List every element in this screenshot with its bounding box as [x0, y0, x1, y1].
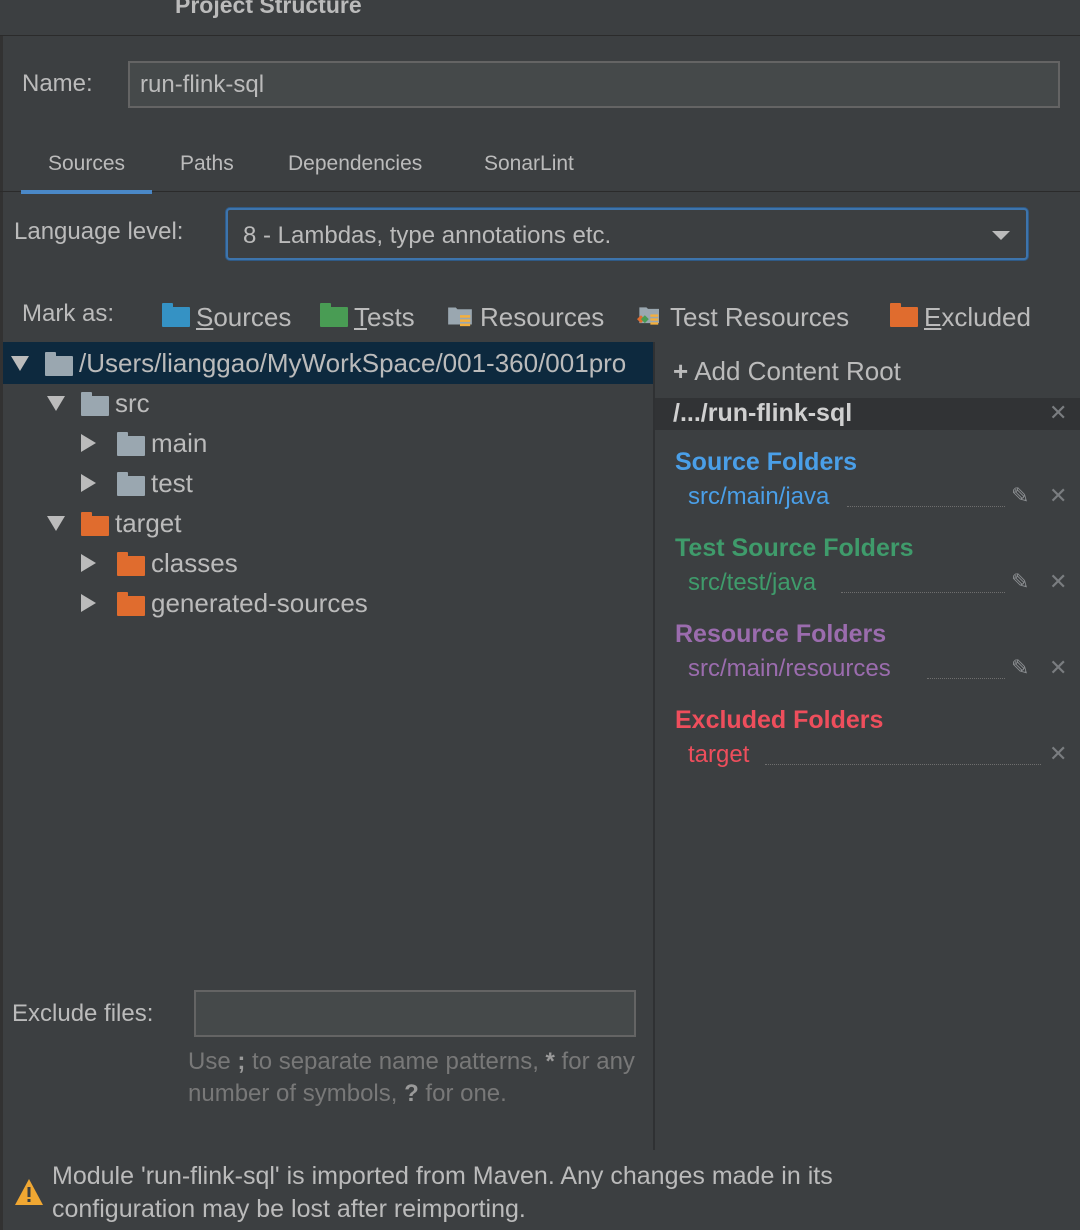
name-label: Name: — [22, 70, 93, 97]
tree-label: src — [115, 388, 150, 418]
warning-text: Module 'run-flink-sql' is imported from … — [52, 1162, 833, 1223]
name-input[interactable] — [128, 61, 1060, 108]
exclude-files-hint: Use ; to separate name patterns, * for a… — [188, 1048, 635, 1107]
tab-sources[interactable]: Sources — [20, 152, 153, 194]
language-level-label: Language level: — [14, 218, 184, 245]
edit-pencil-icon[interactable]: ✎ — [1011, 483, 1029, 509]
resource-folders-title: Resource Folders — [675, 620, 887, 648]
dotted-leader — [841, 592, 1005, 593]
source-folders-title: Source Folders — [675, 448, 857, 476]
excluded-folder-path: target — [688, 741, 750, 768]
language-level-select[interactable]: 8 - Lambdas, type annotations etc. — [226, 208, 1028, 260]
collapse-arrow-icon[interactable] — [81, 434, 96, 452]
test-resources-folder-icon — [637, 307, 659, 325]
excluded-folder-icon — [117, 552, 145, 576]
folder-icon — [45, 352, 73, 376]
dotted-leader — [927, 678, 1005, 679]
excluded-folder-icon — [890, 303, 918, 327]
expand-arrow-icon[interactable] — [47, 516, 65, 531]
mark-excluded-button[interactable]: Excluded — [924, 302, 1031, 333]
mark-sources-button[interactable]: Sources — [196, 302, 291, 333]
remove-root-close-icon[interactable]: ✕ — [1049, 400, 1067, 426]
mark-test-resources-button[interactable]: Test Resources — [670, 302, 849, 333]
dotted-leader — [765, 764, 1041, 765]
remove-close-icon[interactable]: ✕ — [1049, 741, 1067, 767]
dotted-leader — [847, 506, 1005, 507]
edit-pencil-icon[interactable]: ✎ — [1011, 569, 1029, 595]
sources-folder-icon — [162, 303, 190, 327]
tree-root-label: /Users/lianggao/MyWorkSpace/001-360/001p… — [79, 348, 627, 378]
exclude-files-label: Exclude files: — [12, 1000, 154, 1027]
add-content-root-button[interactable]: + Add Content Root — [673, 356, 901, 387]
folder-icon — [81, 392, 109, 416]
remove-close-icon[interactable]: ✕ — [1049, 569, 1067, 595]
language-level-value: 8 - Lambdas, type annotations etc. — [243, 222, 612, 249]
folder-icon — [117, 472, 145, 496]
test-source-folder-path: src/test/java — [688, 569, 817, 596]
tree-label: target — [115, 508, 182, 538]
expand-arrow-icon[interactable] — [11, 356, 29, 371]
excluded-folders-title: Excluded Folders — [675, 706, 884, 734]
content-root-header: /.../run-flink-sql ✕ — [655, 398, 1080, 430]
chevron-down-icon — [992, 231, 1010, 240]
tree-label: test — [151, 468, 193, 498]
mark-tests-button[interactable]: Tests — [354, 302, 415, 333]
excluded-folder-icon — [117, 592, 145, 616]
folder-icon — [117, 432, 145, 456]
tests-folder-icon — [320, 303, 348, 327]
resource-folder-path: src/main/resources — [688, 655, 891, 682]
tree-label: generated-sources — [151, 588, 368, 618]
tab-sonarlint[interactable]: SonarLint — [484, 152, 574, 176]
edit-pencil-icon[interactable]: ✎ — [1011, 655, 1029, 681]
remove-close-icon[interactable]: ✕ — [1049, 655, 1067, 681]
collapse-arrow-icon[interactable] — [81, 474, 96, 492]
source-folder-path: src/main/java — [688, 483, 830, 510]
window-title: Project Structure — [175, 0, 362, 18]
resources-folder-icon — [448, 307, 472, 327]
tree-label: main — [151, 428, 208, 458]
collapse-arrow-icon[interactable] — [81, 594, 96, 612]
tab-bar: Sources Paths Dependencies SonarLint — [0, 138, 1080, 194]
mark-resources-button[interactable]: Resources — [480, 302, 604, 333]
warning-icon — [15, 1179, 43, 1205]
expand-arrow-icon[interactable] — [47, 396, 65, 411]
title-bar: Project Structure — [0, 0, 1080, 36]
tab-dependencies[interactable]: Dependencies — [288, 152, 422, 176]
exclude-files-input[interactable] — [194, 990, 636, 1037]
excluded-folder-icon — [81, 512, 109, 536]
tree-row-root[interactable]: /Users/lianggao/MyWorkSpace/001-360/001p… — [3, 342, 653, 384]
mark-as-label: Mark as: — [22, 300, 115, 327]
plus-icon: + — [673, 356, 689, 386]
test-source-folders-title: Test Source Folders — [675, 534, 914, 562]
tab-paths[interactable]: Paths — [180, 152, 234, 176]
tree-label: classes — [151, 548, 238, 578]
content-root-panel: + Add Content Root /.../run-flink-sql ✕ S… — [655, 342, 1080, 1150]
content-root-path: /.../run-flink-sql — [673, 399, 853, 427]
remove-close-icon[interactable]: ✕ — [1049, 483, 1067, 509]
collapse-arrow-icon[interactable] — [81, 554, 96, 572]
